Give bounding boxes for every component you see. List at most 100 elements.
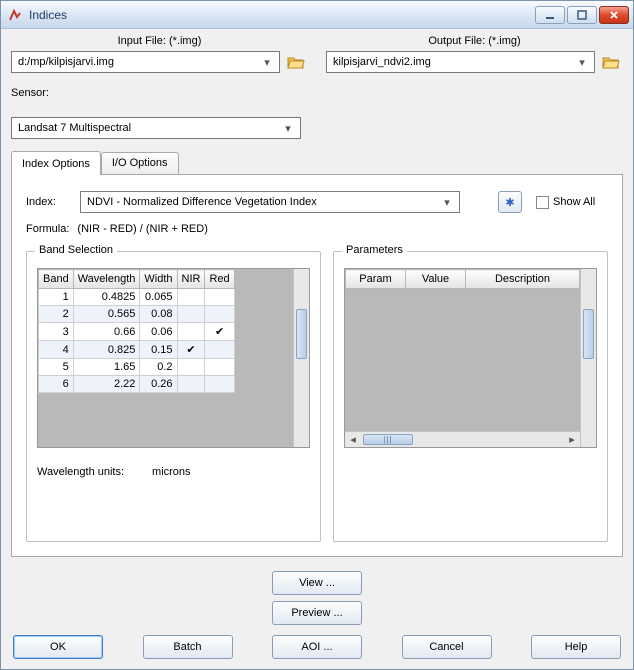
cell-red[interactable] <box>205 306 234 323</box>
input-file-label: Input File: (*.img) <box>11 35 308 47</box>
table-row[interactable]: 5 1.65 0.2 <box>39 359 235 376</box>
input-file-column: Input File: (*.img) d:/mp/kilpisjarvi.im… <box>11 35 308 73</box>
cell-nir[interactable] <box>177 289 205 306</box>
col-width[interactable]: Width <box>140 270 177 289</box>
sensor-combo[interactable]: Landsat 7 Multispectral ▾ <box>11 117 301 139</box>
cell-band: 4 <box>39 341 74 359</box>
col-param[interactable]: Param <box>346 270 406 289</box>
col-wavelength[interactable]: Wavelength <box>73 270 140 289</box>
vertical-scrollbar[interactable] <box>293 269 309 447</box>
table-row[interactable]: 4 0.825 0.15 ✔ <box>39 341 235 359</box>
chevron-down-icon: ▾ <box>259 54 275 70</box>
index-combo[interactable]: NDVI - Normalized Difference Vegetation … <box>80 191 460 213</box>
cell-band: 2 <box>39 306 74 323</box>
table-row[interactable]: 1 0.4825 0.065 <box>39 289 235 306</box>
band-table: Band Wavelength Width NIR Red <box>38 269 235 393</box>
tab-io-options[interactable]: I/O Options <box>101 152 179 174</box>
ok-button[interactable]: OK <box>13 635 103 659</box>
band-grid-viewport: Band Wavelength Width NIR Red <box>38 269 309 447</box>
input-file-combo-wrap: d:/mp/kilpisjarvi.img ▾ <box>11 51 308 73</box>
cell-width: 0.08 <box>140 306 177 323</box>
maximize-button[interactable] <box>567 6 597 24</box>
window-buttons <box>535 6 629 24</box>
tab-label: I/O Options <box>112 157 168 169</box>
button-label: Batch <box>173 641 201 653</box>
view-button[interactable]: View ... <box>272 571 362 595</box>
col-red[interactable]: Red <box>205 270 234 289</box>
cell-nir[interactable] <box>177 376 205 393</box>
parameters-table: Param Value Description <box>345 269 580 289</box>
cancel-button[interactable]: Cancel <box>402 635 492 659</box>
scrollbar-thumb[interactable] <box>583 309 594 359</box>
window-title: Indices <box>29 8 535 22</box>
table-row[interactable]: 3 0.66 0.06 ✔ <box>39 323 235 341</box>
formula-row: Formula: (NIR - RED) / (NIR + RED) <box>26 223 608 235</box>
chevron-left-icon[interactable]: ◂ <box>345 433 361 447</box>
close-button[interactable] <box>599 6 629 24</box>
chevron-down-icon: ▾ <box>574 54 590 70</box>
aoi-button[interactable]: AOI ... <box>272 635 362 659</box>
button-label: OK <box>50 641 66 653</box>
minimize-button[interactable] <box>535 6 565 24</box>
open-output-file-button[interactable] <box>599 51 623 73</box>
scrollbar-thumb[interactable] <box>296 309 307 359</box>
output-file-combo[interactable]: kilpisjarvi_ndvi2.img ▾ <box>326 51 595 73</box>
cell-band: 6 <box>39 376 74 393</box>
parameters-grid[interactable]: Param Value Description ◂ || <box>344 268 597 448</box>
horizontal-scrollbar[interactable]: ◂ ||| ▸ <box>345 431 580 447</box>
cell-nir[interactable] <box>177 359 205 376</box>
favorite-button[interactable]: ✱ <box>498 191 522 213</box>
tab-label: Index Options <box>22 158 90 170</box>
vertical-scrollbar[interactable] <box>580 269 596 447</box>
chevron-right-icon[interactable]: ▸ <box>564 433 580 447</box>
input-file-combo[interactable]: d:/mp/kilpisjarvi.img ▾ <box>11 51 280 73</box>
wavelength-units-value: microns <box>152 466 191 478</box>
cell-wavelength: 1.65 <box>73 359 140 376</box>
index-value: NDVI - Normalized Difference Vegetation … <box>87 196 439 208</box>
help-button[interactable]: Help <box>531 635 621 659</box>
wavelength-units-label: Wavelength units: <box>37 466 124 478</box>
band-selection-group: Band Selection Band Wavelength Width <box>26 251 321 542</box>
show-all-label: Show All <box>553 196 595 208</box>
scrollbar-track[interactable]: ||| <box>361 432 564 447</box>
output-file-value: kilpisjarvi_ndvi2.img <box>333 56 574 68</box>
col-band[interactable]: Band <box>39 270 74 289</box>
cell-width: 0.15 <box>140 341 177 359</box>
wavelength-units-row: Wavelength units: microns <box>37 466 310 478</box>
cell-nir[interactable] <box>177 306 205 323</box>
preview-button[interactable]: Preview ... <box>272 601 362 625</box>
table-row[interactable]: 2 0.565 0.08 <box>39 306 235 323</box>
cell-band: 5 <box>39 359 74 376</box>
cell-nir[interactable]: ✔ <box>177 341 205 359</box>
batch-button[interactable]: Batch <box>143 635 233 659</box>
table-row[interactable]: 6 2.22 0.26 <box>39 376 235 393</box>
bottom-button-row: OK Batch AOI ... Cancel Help <box>11 635 623 659</box>
cell-width: 0.065 <box>140 289 177 306</box>
parameters-group: Parameters Param Value Description <box>333 251 608 542</box>
tabs: Index Options I/O Options Index: NDVI - … <box>11 151 623 557</box>
button-label: Cancel <box>429 641 463 653</box>
scrollbar-thumb[interactable]: ||| <box>363 434 413 445</box>
checkbox-icon <box>536 196 549 209</box>
col-nir[interactable]: NIR <box>177 270 205 289</box>
open-input-file-button[interactable] <box>284 51 308 73</box>
sensor-row: Sensor: Landsat 7 Multispectral ▾ <box>11 87 623 139</box>
cell-red[interactable] <box>205 359 234 376</box>
cell-red[interactable] <box>205 341 234 359</box>
cell-red[interactable] <box>205 376 234 393</box>
cell-width: 0.06 <box>140 323 177 341</box>
preview-button-row: Preview ... <box>11 601 623 625</box>
view-button-row: View ... <box>11 571 623 595</box>
cell-nir[interactable] <box>177 323 205 341</box>
show-all-checkbox[interactable]: Show All <box>536 196 595 209</box>
cell-red[interactable]: ✔ <box>205 323 234 341</box>
output-file-column: Output File: (*.img) kilpisjarvi_ndvi2.i… <box>326 35 623 73</box>
titlebar: Indices <box>1 1 633 29</box>
col-description[interactable]: Description <box>466 270 580 289</box>
band-grid[interactable]: Band Wavelength Width NIR Red <box>37 268 310 448</box>
cell-red[interactable] <box>205 289 234 306</box>
tab-index-options[interactable]: Index Options <box>11 151 101 175</box>
button-label: AOI ... <box>301 641 332 653</box>
output-file-combo-wrap: kilpisjarvi_ndvi2.img ▾ <box>326 51 623 73</box>
col-value[interactable]: Value <box>406 270 466 289</box>
